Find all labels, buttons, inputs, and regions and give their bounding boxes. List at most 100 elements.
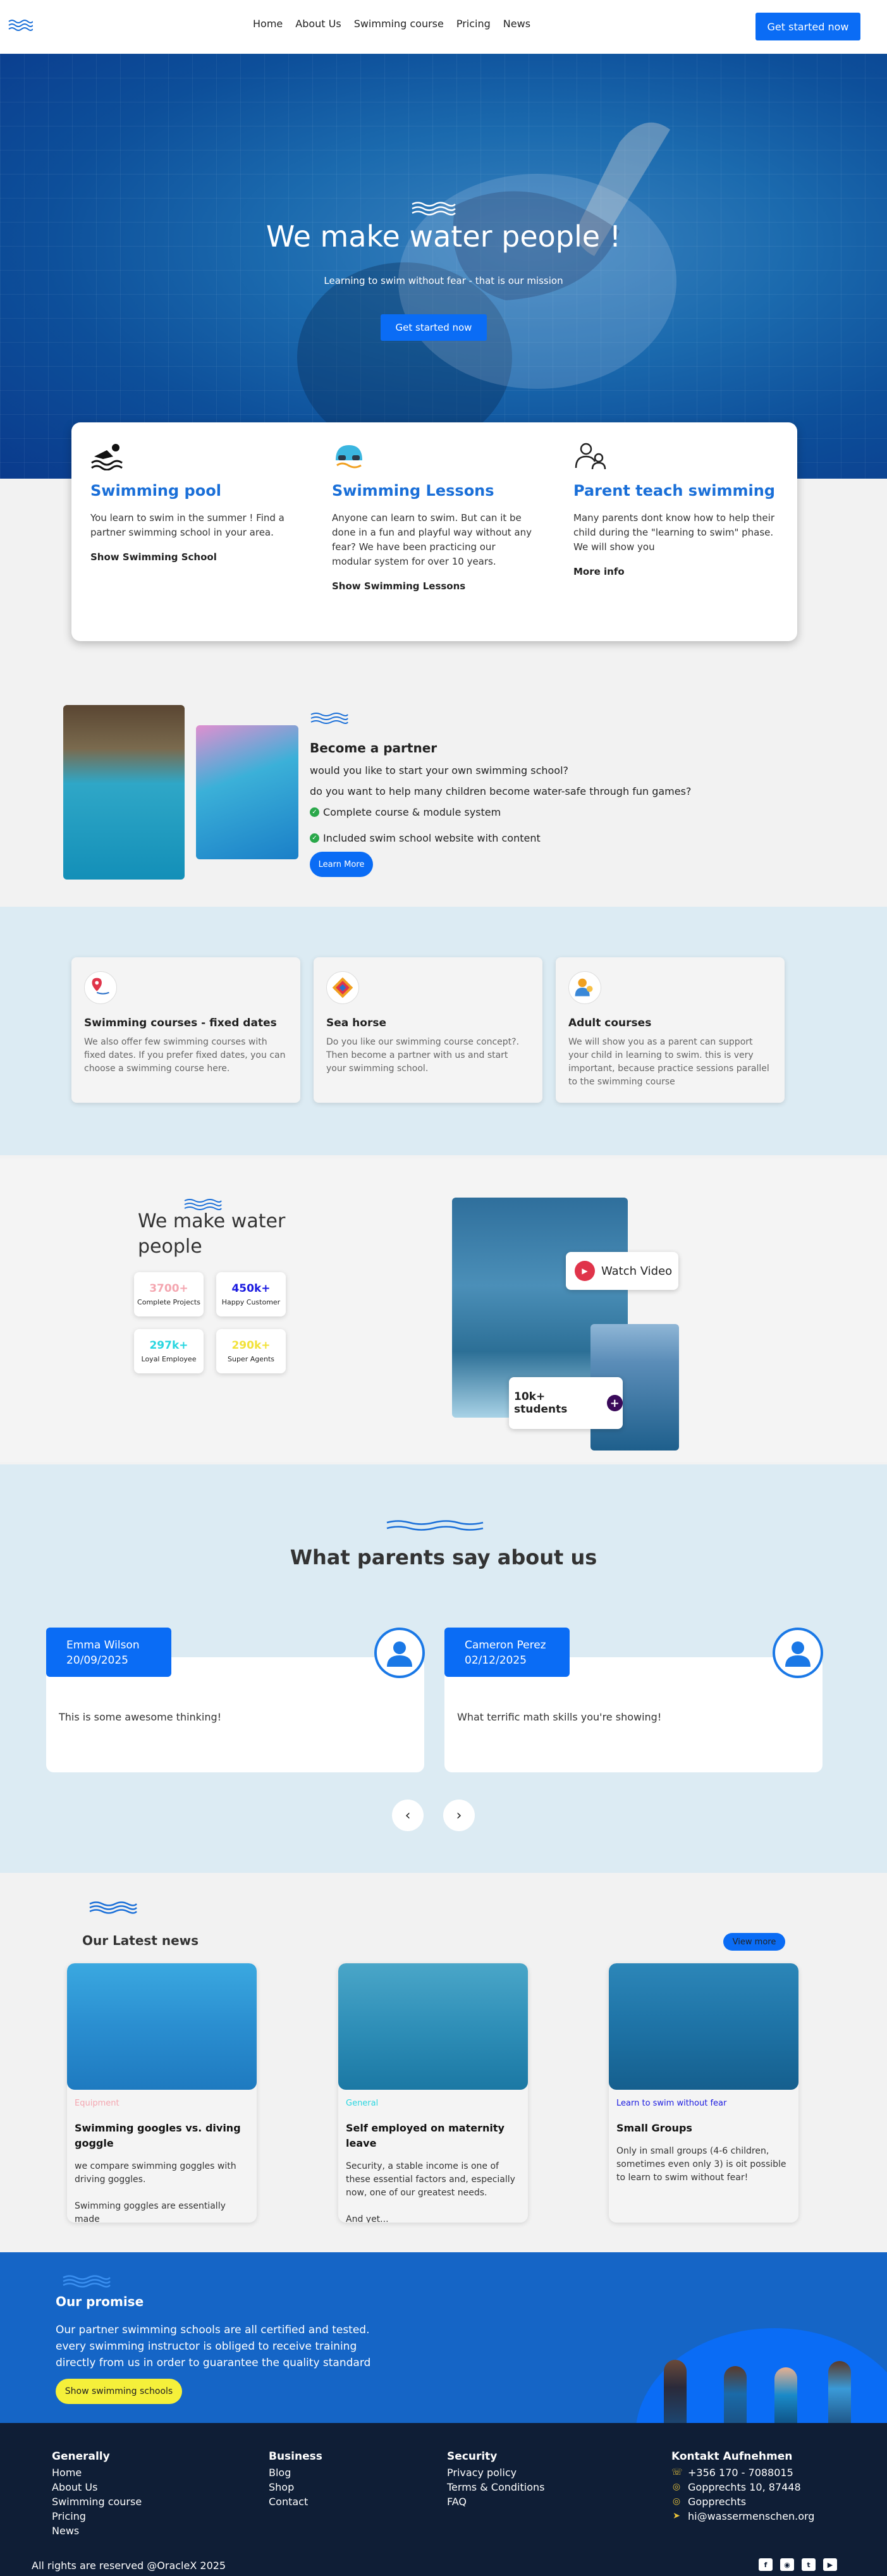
footer-link[interactable]: About Us [52, 2480, 142, 2494]
feature-title: Swimming Lessons [332, 482, 494, 500]
social-links: f ◉ t ▶ [759, 2558, 837, 2571]
hero-title: We make water people ! [266, 219, 621, 254]
nav-link-news[interactable]: News [503, 18, 530, 30]
kids-photo [196, 725, 298, 859]
hero-get-started-button[interactable]: Get started now [381, 314, 487, 341]
stats-waves-icon [184, 1199, 222, 1210]
nav-links: Home About Us Swimming course Pricing Ne… [253, 18, 530, 30]
news-card[interactable]: Learn to swim without fear Small Groups … [609, 1963, 798, 2223]
partner-title: Become a partner [310, 740, 437, 756]
footer-link[interactable]: Contact [269, 2494, 322, 2509]
courses-section: Swimming courses - fixed dates We also o… [0, 907, 887, 1155]
plus-icon[interactable]: + [606, 1395, 623, 1411]
stats-section: We make water people 3700+ Complete Proj… [0, 1158, 887, 1462]
contact-city: Gopprechts [688, 2496, 747, 2508]
promise-title: Our promise [56, 2294, 144, 2309]
learn-more-button[interactable]: Learn More [310, 852, 373, 877]
footer-link[interactable]: FAQ [447, 2494, 544, 2509]
top-navbar: Home About Us Swimming course Pricing Ne… [0, 0, 887, 54]
check-icon: ✓ [310, 833, 319, 843]
nav-link-course[interactable]: Swimming course [354, 18, 444, 30]
footer-link[interactable]: News [52, 2524, 142, 2538]
check-icon: ✓ [310, 807, 319, 817]
view-more-button[interactable]: View more [723, 1933, 785, 1951]
waves-logo-icon[interactable] [8, 18, 33, 33]
testimonial-author: Emma Wilson 20/09/2025 [46, 1628, 171, 1677]
promise-waves-icon [63, 2275, 111, 2288]
footer-link[interactable]: Swimming course [52, 2494, 142, 2509]
news-excerpt: Security, a stable income is one of thes… [346, 2161, 515, 2223]
news-headline: Self employed on maternity leave [346, 2122, 505, 2149]
news-image [609, 1963, 798, 2090]
partner-line: would you like to start your own swimmin… [310, 764, 569, 776]
footer-link[interactable]: Privacy policy [447, 2465, 544, 2480]
instagram-icon[interactable]: ◉ [780, 2558, 794, 2571]
features-card: Swimming pool You learn to swim in the s… [71, 422, 797, 641]
sea-horse-icon [326, 971, 359, 1004]
facebook-icon[interactable]: f [759, 2558, 773, 2571]
footer-link[interactable]: Pricing [52, 2509, 142, 2524]
swimmer-silhouette [297, 122, 676, 446]
course-card[interactable]: Sea horse Do you like our swimming cours… [314, 957, 542, 1103]
show-schools-button[interactable]: Show swimming schools [56, 2379, 182, 2404]
testimonial-text: What terrific math skills you're showing… [457, 1711, 662, 1723]
feature-swimming-pool: Swimming pool You learn to swim in the s… [90, 441, 293, 563]
footer-link[interactable]: Terms & Conditions [447, 2480, 544, 2494]
twitter-icon[interactable]: t [802, 2558, 816, 2571]
feature-parent-teach: Parent teach swimming Many parents dont … [573, 441, 776, 577]
feature-text: Many parents dont know how to help their… [573, 512, 774, 553]
news-card[interactable]: General Self employed on maternity leave… [338, 1963, 528, 2223]
news-image [338, 1963, 528, 2090]
news-headline: Small Groups [616, 2122, 692, 2134]
youtube-icon[interactable]: ▶ [823, 2558, 837, 2571]
course-text: We will show you as a parent can support… [568, 1037, 769, 1087]
partner-line: do you want to help many children become… [310, 785, 692, 797]
location-pin-icon [84, 971, 117, 1004]
feature-link[interactable]: More info [573, 566, 776, 577]
hero-section: We make water people ! Learning to swim … [0, 54, 887, 479]
news-category: Learn to swim without fear [616, 2099, 727, 2108]
copyright: All rights are reserved @OracleX 2025 [32, 2560, 226, 2572]
footer-link[interactable]: Blog [269, 2465, 322, 2480]
news-card[interactable]: Equipment Swimming googles vs. diving go… [67, 1963, 257, 2223]
watch-video-button[interactable]: ▶ Watch Video [566, 1252, 678, 1290]
contact-phone[interactable]: +356 170 - 7088015 [688, 2465, 793, 2480]
get-started-button[interactable]: Get started now [755, 13, 860, 40]
kid-figure [774, 2367, 797, 2423]
feature-title: Parent teach swimming [573, 482, 775, 500]
news-category: Equipment [75, 2099, 119, 2108]
footer-link[interactable]: Shop [269, 2480, 322, 2494]
kid-figure [724, 2366, 747, 2423]
news-image [67, 1963, 257, 2090]
course-card[interactable]: Swimming courses - fixed dates We also o… [71, 957, 300, 1103]
phone-icon: ☏ [671, 2467, 683, 2477]
testimonial-text: This is some awesome thinking! [59, 1711, 222, 1723]
hero-waves-icon [412, 202, 456, 216]
prev-arrow-button[interactable]: ‹ [392, 1800, 424, 1831]
nav-link-home[interactable]: Home [253, 18, 283, 30]
feature-title: Swimming pool [90, 482, 221, 500]
course-text: Do you like our swimming course concept?… [326, 1037, 520, 1074]
news-excerpt: we compare swimming goggles with driving… [75, 2161, 236, 2223]
news-title: Our Latest news [82, 1933, 199, 1948]
promise-text: Our partner swimming schools are all cer… [56, 2324, 371, 2369]
kid-figure [664, 2360, 687, 2423]
check-item: ✓ Complete course & module system [310, 806, 752, 818]
students-badge: 10k+ students + [509, 1377, 623, 1429]
footer-link[interactable]: Home [52, 2465, 142, 2480]
footer-contact: Kontakt Aufnehmen ☏ +356 170 - 7088015 ◎ G… [671, 2450, 815, 2524]
partner-section: Become a partner would you like to start… [0, 664, 887, 904]
stat-card: 3700+ Complete Projects [134, 1272, 204, 1316]
news-section: Our Latest news View more Equipment Swim… [0, 1873, 887, 2252]
next-arrow-button[interactable]: › [443, 1800, 475, 1831]
feature-link[interactable]: Show Swimming School [90, 551, 293, 563]
nav-link-about[interactable]: About Us [295, 18, 341, 30]
course-card[interactable]: Adult courses We will show you as a pare… [556, 957, 785, 1103]
feature-link[interactable]: Show Swimming Lessons [332, 580, 534, 592]
nav-link-pricing[interactable]: Pricing [456, 18, 491, 30]
contact-email[interactable]: hi@wassermenschen.org [688, 2509, 814, 2524]
feature-text: You learn to swim in the summer ! Find a… [90, 512, 284, 538]
promise-section: Our promise Our partner swimming schools… [0, 2252, 887, 2423]
partner-waves-icon [310, 713, 348, 724]
course-title: Swimming courses - fixed dates [84, 1017, 277, 1029]
